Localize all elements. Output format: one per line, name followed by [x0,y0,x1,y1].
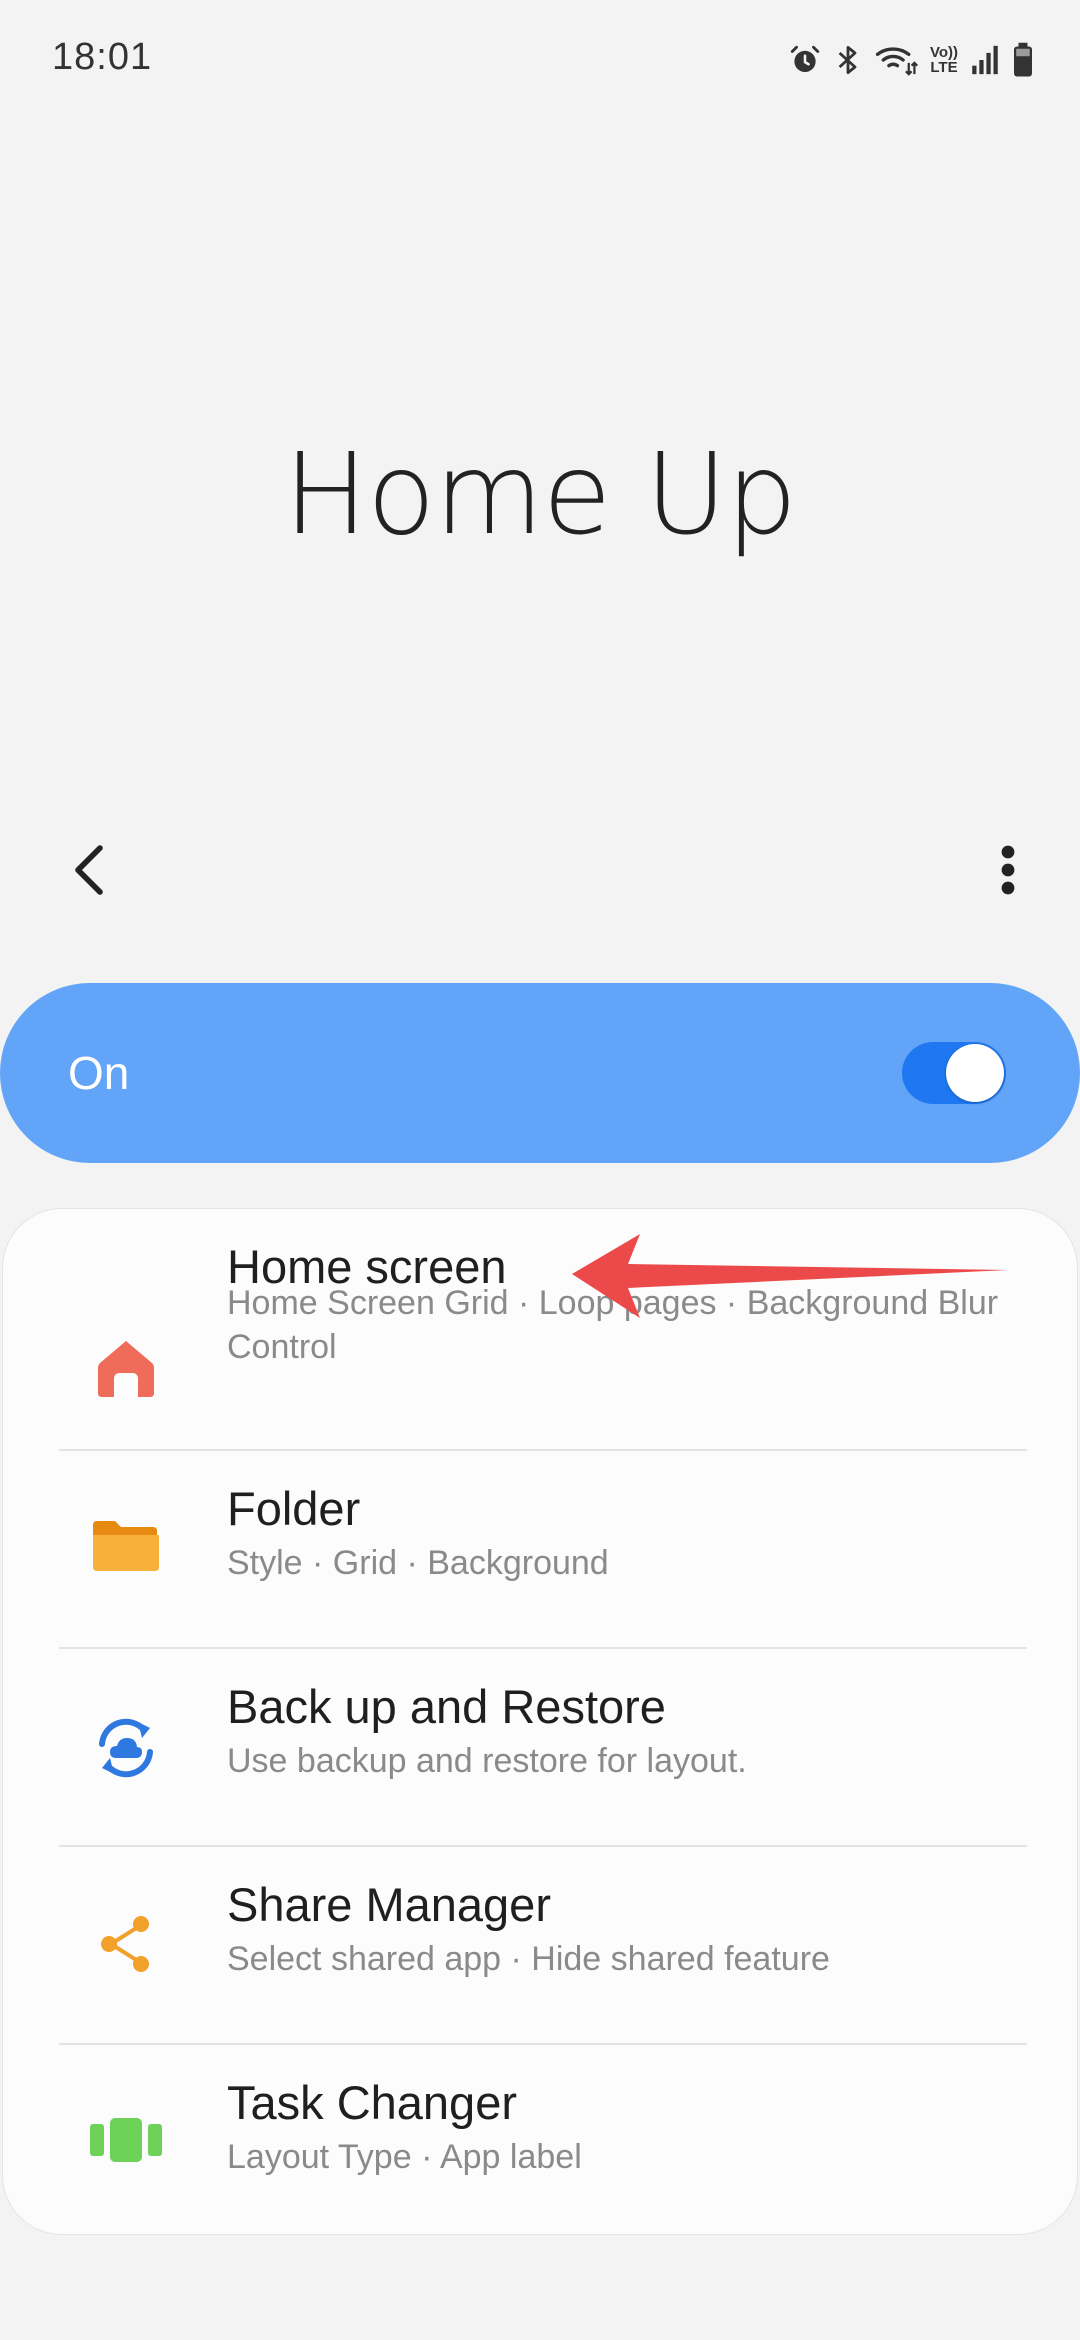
list-item-subtitle: Use backup and restore for layout. [227,1742,747,1780]
alarm-icon [788,43,822,77]
status-time: 18:01 [52,36,153,78]
list-item-subtitle: Select shared app · Hide shared feature [227,1940,830,1978]
list-item-subtitle: Layout Type · App label [227,2138,582,2176]
list-item-title: Back up and Restore [227,1680,666,1733]
volte-icon: Vo)) LTE [930,45,958,75]
list-item-folder[interactable]: Folder Style · Grid · Background [3,1451,1079,1647]
list-item-backup-restore[interactable]: Back up and Restore Use backup and resto… [3,1649,1079,1845]
list-item-subtitle: Style · Grid · Background [227,1544,609,1582]
list-item-share-manager[interactable]: Share Manager Select shared app · Hide s… [3,1847,1079,2043]
volte-text-bottom: LTE [930,59,958,76]
back-button[interactable] [58,838,122,902]
list-item-title: Share Manager [227,1878,551,1931]
status-bar: 18:01 Vo)) LTE [0,0,1080,120]
master-toggle[interactable] [902,1042,1006,1104]
list-item-title: Folder [227,1482,361,1535]
settings-list: Home screen Home Screen Grid · Loop page… [2,1208,1078,2235]
volte-text-top: Vo)) [929,44,958,61]
page-title: Home Up [283,430,797,560]
more-options-button[interactable] [976,838,1040,902]
signal-icon [970,43,1000,77]
more-vertical-icon [1001,845,1015,895]
red-arrow-icon [572,1234,1008,1318]
chevron-left-icon [75,845,103,895]
toggle-knob [946,1044,1004,1102]
master-switch-label: On [68,1047,130,1099]
home-icon [87,1329,165,1407]
task-changer-icon [87,2101,165,2179]
list-item-task-changer[interactable]: Task Changer Layout Type · App label [3,2045,1079,2235]
share-icon [87,1905,165,1983]
wifi-icon [874,43,918,77]
master-switch-bar[interactable]: On [0,983,1080,1163]
battery-icon [1012,42,1034,78]
bluetooth-icon [834,43,862,77]
list-item-title: Task Changer [227,2076,517,2129]
backup-restore-icon [87,1709,165,1787]
status-icons: Vo)) LTE [788,38,1034,82]
folder-icon [87,1506,165,1584]
